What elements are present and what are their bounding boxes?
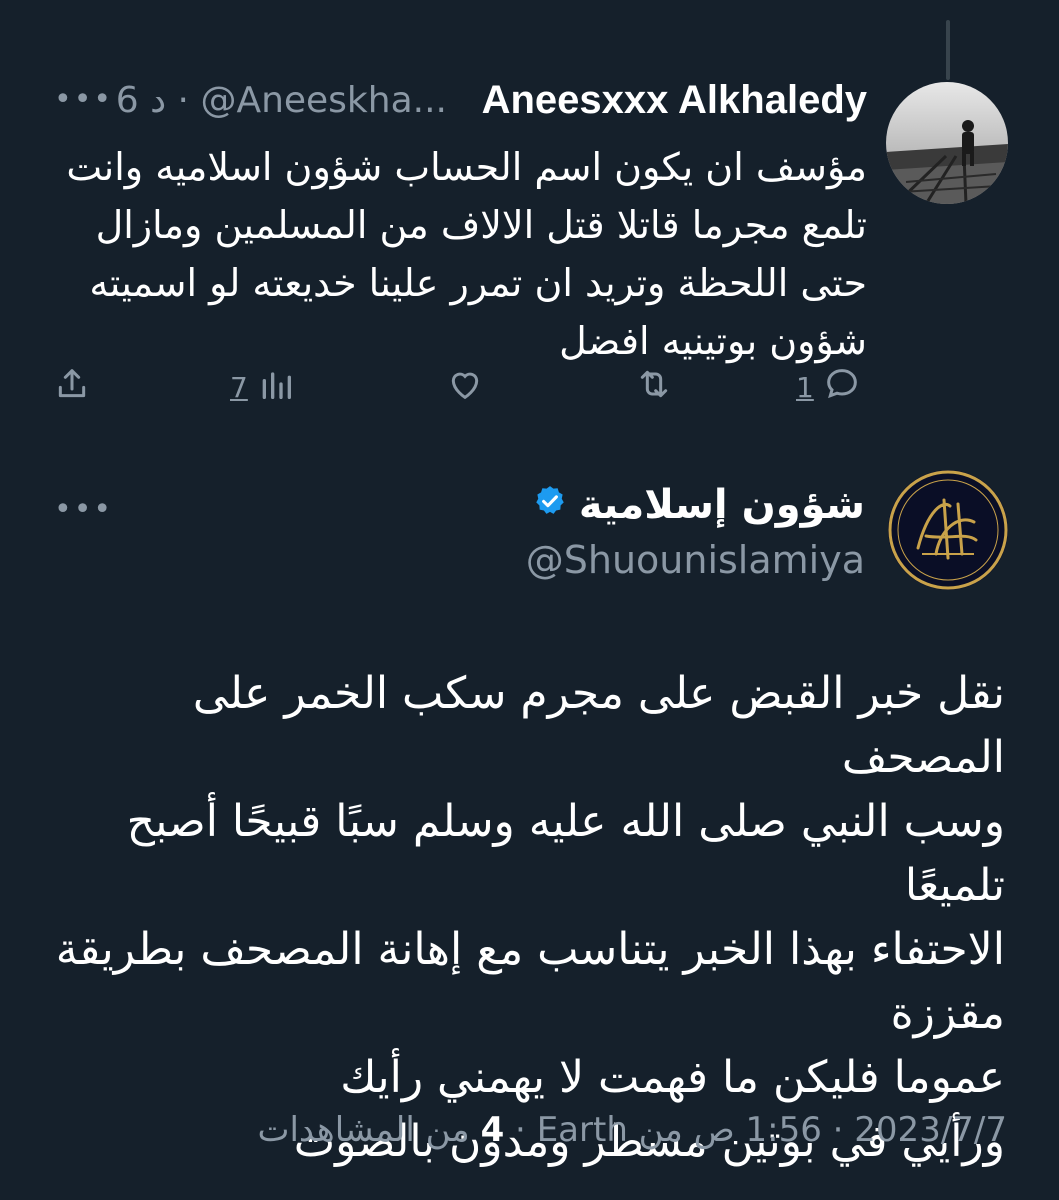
reply-text-line: شؤون بوتينيه افضل — [559, 319, 867, 363]
share-button[interactable] — [52, 364, 92, 411]
main-text-line: نقل خبر القبض على مجرم سكب الخمر على الم… — [192, 668, 1005, 783]
thread-connector-line — [946, 20, 950, 80]
reply-author-name[interactable]: Aneesxxx Alkhaledy — [482, 78, 867, 123]
reply-button[interactable]: 1 — [796, 364, 862, 411]
tweet-footer: 2023/7/7 · 1:56 ص من Earth · 4 من المشاه… — [257, 1110, 1007, 1150]
main-author-name[interactable]: شؤون إسلامية — [579, 482, 865, 528]
main-text-line: الاحتفاء بهذا الخبر يتناسب مع إهانة المص… — [55, 924, 1005, 975]
views-label: من المشاهدات — [257, 1110, 470, 1150]
like-button[interactable] — [444, 364, 486, 411]
reply-text-line: تلمع مجرما قاتلا قتل الالاف من المسلمين … — [95, 203, 867, 247]
reply-author-meta[interactable]: 6 د · @Aneeskha... — [116, 80, 447, 121]
more-icon[interactable]: ••• — [54, 492, 113, 527]
main-author-avatar[interactable] — [888, 470, 1008, 590]
reply-text-line: مؤسف ان يكون اسم الحساب شؤون اسلاميه وان… — [66, 145, 867, 189]
reply-text-line: حتى اللحظة وتريد ان تمرر علينا خديعته لو… — [89, 261, 867, 305]
main-author-name-row[interactable]: شؤون إسلامية — [533, 482, 865, 528]
footer-separator: · — [504, 1110, 526, 1150]
verified-badge-icon — [533, 482, 567, 528]
more-icon[interactable]: ••• — [54, 82, 113, 117]
reply-count: 1 — [796, 371, 814, 404]
views-button[interactable]: 7 — [230, 364, 296, 411]
main-text-line: عموما فليكن ما فهمت لا يهمني رأيك — [340, 1052, 1005, 1103]
views-number: 4 — [480, 1110, 505, 1150]
tweet-datetime[interactable]: 2023/7/7 · 1:56 ص من Earth — [537, 1110, 1007, 1150]
share-icon — [52, 364, 92, 411]
like-icon — [444, 364, 486, 411]
main-author-handle[interactable]: @Shuounislamiya — [526, 538, 865, 582]
views-icon — [256, 364, 296, 411]
main-tweet-text: نقل خبر القبض على مجرم سكب الخمر على الم… — [45, 662, 1005, 1174]
reply-icon — [822, 364, 862, 411]
main-text-line: مقززة — [890, 988, 1005, 1039]
retweet-icon — [632, 364, 676, 411]
retweet-button[interactable] — [632, 364, 676, 411]
views-count: 7 — [230, 371, 248, 404]
reply-author-avatar[interactable] — [886, 82, 1008, 204]
reply-text: مؤسف ان يكون اسم الحساب شؤون اسلاميه وان… — [47, 138, 867, 370]
main-text-line: وسب النبي صلى الله عليه وسلم سبًا قبيحًا… — [126, 796, 1005, 911]
